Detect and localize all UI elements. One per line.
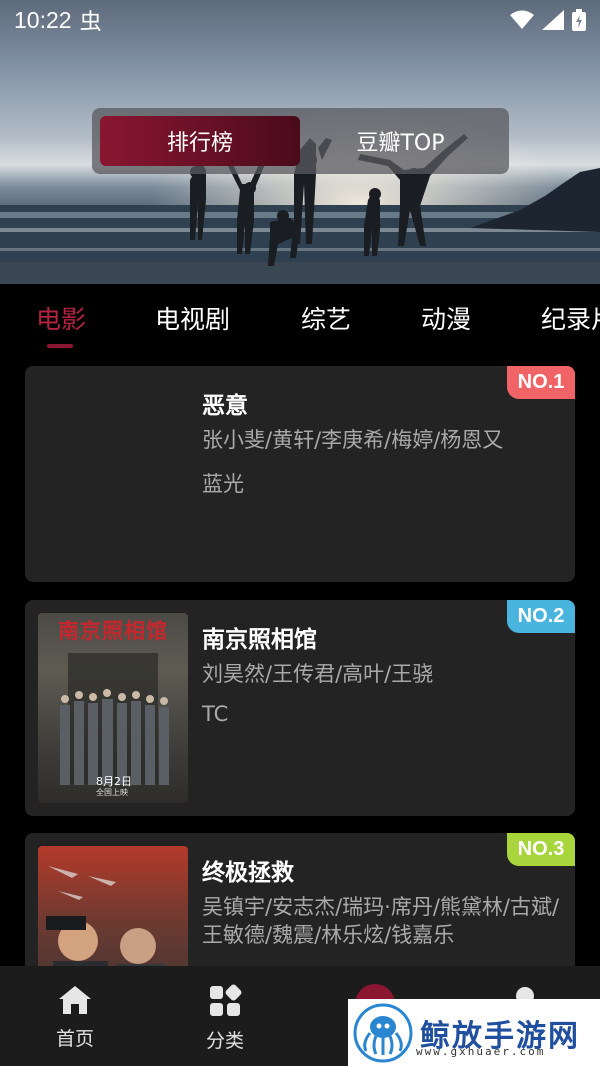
wifi-icon (510, 10, 534, 29)
nav-home-label: 首页 (55, 1028, 94, 1050)
site-watermark: 鲸放手游网 www.gxhuaer.com (348, 999, 600, 1066)
nav-category[interactable]: 分类 (185, 984, 265, 1053)
segment-ranking[interactable]: 排行榜 (100, 116, 300, 166)
tab-variety[interactable]: 综艺 (301, 300, 351, 336)
poster-artwork (46, 866, 166, 966)
tab-documentary[interactable]: 纪录片 (541, 300, 600, 336)
poster-release-note: 全国上映 (96, 788, 128, 797)
movie-card[interactable]: 终极拯救 吴镇宇/安志杰/瑞玛·席丹/熊黛林/古斌/王敏德/魏震/林乐炫/钱嘉乐… (25, 833, 575, 966)
ranking-source-toggle: 排行榜 豆瓣TOP (92, 108, 509, 174)
rank-badge: NO.2 (507, 600, 575, 633)
watermark-url: www.gxhuaer.com (416, 1045, 546, 1058)
rank-badge: NO.3 (507, 833, 575, 866)
movie-title: 恶意 (202, 393, 248, 419)
nav-home[interactable]: 首页 (35, 984, 115, 1051)
nav-category-label: 分类 (205, 1030, 244, 1052)
movie-poster (38, 379, 188, 569)
status-indicators (510, 9, 586, 31)
movie-cast: 张小斐/黄轩/李庚希/梅婷/杨恩又 (202, 428, 504, 452)
movie-cast: 吴镇宇/安志杰/瑞玛·席丹/熊黛林/古斌/王敏德/魏震/林乐炫/钱嘉乐 (202, 895, 560, 947)
signal-icon (542, 10, 564, 30)
movie-card[interactable]: 南京照相馆 8月2日 全国上映 南京照相馆 刘昊然/王传君/高叶/王骁 TC N… (25, 600, 575, 816)
active-tab-indicator (47, 344, 73, 348)
poster-title-text: 南京照相馆 (58, 618, 168, 643)
movie-card[interactable]: 恶意 张小斐/黄轩/李庚希/梅婷/杨恩又 蓝光 NO.1 (25, 366, 575, 582)
movie-quality: TC (202, 702, 229, 726)
tab-movies[interactable]: 电影 (36, 300, 86, 336)
movie-title: 终极拯救 (202, 860, 294, 886)
debug-bug-icon: 虫 (79, 10, 102, 35)
rank-badge: NO.1 (507, 366, 575, 399)
movie-poster (38, 846, 188, 966)
segment-douban-top[interactable]: 豆瓣TOP (300, 116, 501, 166)
status-bar: 10:22 虫 (0, 0, 600, 40)
movie-title: 南京照相馆 (202, 627, 317, 653)
movie-quality: 蓝光 (202, 472, 244, 496)
movie-poster: 南京照相馆 8月2日 全国上映 (38, 613, 188, 803)
hero-banner: 10:22 虫 排行榜 豆瓣TOP (0, 0, 600, 284)
category-icon (210, 984, 242, 1016)
category-tab-bar (0, 284, 600, 364)
tab-anime[interactable]: 动漫 (421, 300, 471, 336)
ranking-list: 恶意 张小斐/黄轩/李庚希/梅婷/杨恩又 蓝光 NO.1 南京照相馆 8月2日 … (0, 364, 600, 966)
home-icon (59, 986, 91, 1014)
status-time: 10:22 (14, 6, 72, 33)
battery-charging-icon (572, 9, 586, 31)
tab-tv-series[interactable]: 电视剧 (155, 300, 230, 336)
octopus-logo-icon (353, 1003, 413, 1062)
movie-cast: 刘昊然/王传君/高叶/王骁 (202, 662, 434, 686)
